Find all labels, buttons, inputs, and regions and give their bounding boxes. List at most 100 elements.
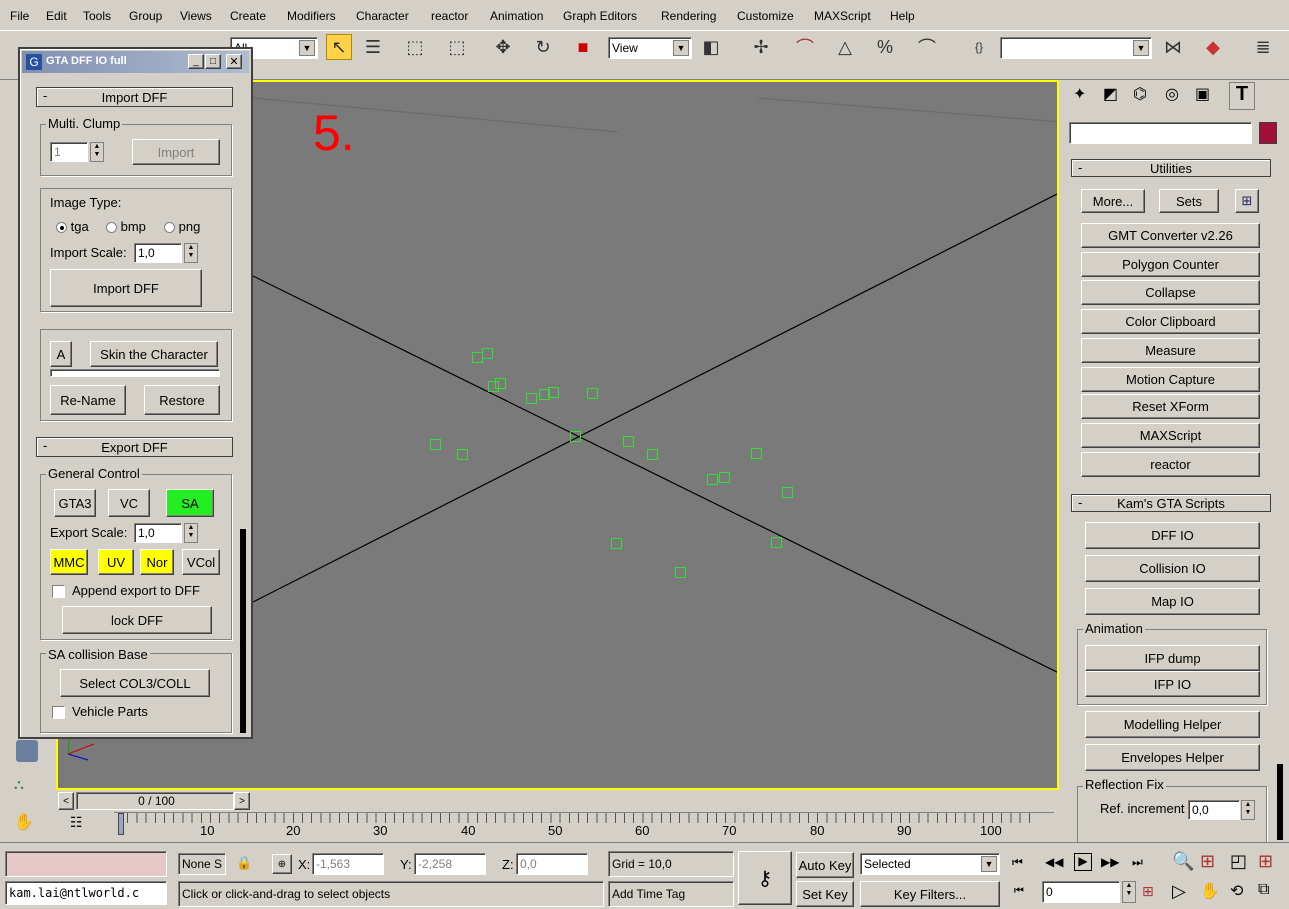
set-key-mode-icon[interactable]: ⚷ bbox=[738, 851, 792, 905]
time-tag-field[interactable]: Add Time Tag bbox=[608, 881, 734, 907]
utility-reset-xform[interactable]: Reset XForm bbox=[1081, 394, 1260, 419]
helper-box[interactable] bbox=[782, 487, 793, 498]
selection-lock-icon[interactable]: 🔒 bbox=[236, 855, 252, 873]
prev-frame-icon[interactable]: ◀◀ bbox=[1045, 855, 1063, 869]
layer-manager-icon[interactable]: ≣ bbox=[1250, 34, 1276, 60]
utility-motion-capture[interactable]: Motion Capture bbox=[1081, 367, 1260, 392]
nor-button[interactable]: Nor bbox=[140, 549, 174, 575]
panel-scrollbar[interactable] bbox=[1277, 764, 1283, 840]
helper-box[interactable] bbox=[495, 378, 506, 389]
ref-increment-spinner[interactable]: ▲ ▼ bbox=[1241, 800, 1255, 820]
play-icon[interactable]: ▶ bbox=[1074, 853, 1092, 871]
panel-tab-utilities-icon[interactable]: T bbox=[1229, 82, 1255, 110]
ifp-dump-button[interactable]: IFP dump bbox=[1085, 645, 1260, 671]
collision-io-button[interactable]: Collision IO bbox=[1085, 555, 1260, 582]
select-manipulate-icon[interactable]: ✢ bbox=[748, 34, 774, 60]
current-frame-marker[interactable] bbox=[118, 813, 124, 835]
panel-tab-display-icon[interactable]: ▣ bbox=[1195, 84, 1221, 110]
z-coord-field[interactable]: 0,0 bbox=[516, 853, 588, 875]
panel-tab-create-icon[interactable]: ✦ bbox=[1073, 84, 1099, 110]
image-type-radio-png[interactable]: png bbox=[164, 219, 200, 234]
import-dff-rollout[interactable]: - Import DFF bbox=[36, 87, 233, 107]
skin-character-button[interactable]: Skin the Character bbox=[90, 341, 218, 367]
reactor-tool-icon[interactable]: ⛬ bbox=[14, 776, 38, 794]
utilities-rollout[interactable]: - Utilities bbox=[1071, 159, 1271, 177]
current-frame-field[interactable]: 0 bbox=[1042, 881, 1120, 903]
align-icon[interactable]: ◆ bbox=[1200, 34, 1226, 60]
helper-box[interactable] bbox=[611, 538, 622, 549]
image-type-radio-tga[interactable]: tga bbox=[56, 219, 89, 234]
track-bar[interactable]: 10 20 30 40 50 60 70 80 90 100 bbox=[114, 812, 1054, 838]
snap-toggle-icon[interactable]: ⌒ bbox=[792, 34, 818, 60]
auto-key-button[interactable]: Auto Key bbox=[796, 852, 854, 878]
angle-snap-icon[interactable]: △ bbox=[832, 34, 858, 60]
x-coord-field[interactable]: -1,563 bbox=[312, 853, 384, 875]
zoom-icon[interactable]: 🔍 bbox=[1172, 851, 1194, 872]
floater-titlebar[interactable]: G GTA DFF IO full _ □ ✕ bbox=[22, 51, 249, 73]
import-scale-field[interactable]: 1,0 bbox=[134, 243, 182, 263]
import-dff-button[interactable]: Import DFF bbox=[50, 269, 202, 307]
scale-icon[interactable]: ■ bbox=[570, 34, 596, 60]
menu-reactor[interactable]: reactor bbox=[431, 9, 468, 23]
rect-selection-icon[interactable]: ⬚ bbox=[402, 34, 428, 60]
field-of-view-icon[interactable]: ▷ bbox=[1172, 881, 1186, 902]
time-slider-next-icon[interactable]: > bbox=[234, 792, 250, 810]
named-selection-dropdown[interactable]: ▼ bbox=[1000, 37, 1152, 59]
menu-animation[interactable]: Animation bbox=[490, 9, 543, 23]
menu-maxscript[interactable]: MAXScript bbox=[814, 9, 871, 23]
arc-rotate-icon[interactable]: ⟲ bbox=[1230, 881, 1243, 901]
reactor-icon[interactable] bbox=[16, 740, 38, 762]
helper-box[interactable] bbox=[548, 387, 559, 398]
reference-coord-dropdown[interactable]: View ▼ bbox=[608, 37, 692, 59]
helper-box[interactable] bbox=[482, 348, 493, 359]
menu-tools[interactable]: Tools bbox=[83, 9, 111, 23]
key-selection-dropdown[interactable]: Selected ▼ bbox=[860, 853, 1000, 875]
utility-polygon-counter[interactable]: Polygon Counter bbox=[1081, 252, 1260, 277]
zoom-extents-all-icon[interactable]: ⊞ bbox=[1258, 851, 1273, 872]
export-scale-spinner[interactable]: ▲ ▼ bbox=[184, 523, 198, 543]
helper-box[interactable] bbox=[707, 474, 718, 485]
mirror-icon[interactable]: ⋈ bbox=[1160, 34, 1186, 60]
maxscript-mini-listener[interactable] bbox=[5, 851, 167, 877]
helper-box[interactable] bbox=[771, 537, 782, 548]
utility-reactor[interactable]: reactor bbox=[1081, 452, 1260, 477]
helper-box[interactable] bbox=[751, 448, 762, 459]
floater-scrollbar[interactable] bbox=[240, 529, 246, 733]
rotate-icon[interactable]: ↻ bbox=[530, 34, 556, 60]
helper-box[interactable] bbox=[526, 393, 537, 404]
panel-name-field[interactable] bbox=[1069, 122, 1252, 144]
time-slider[interactable]: 0 / 100 bbox=[76, 792, 234, 810]
curve-editor-icon[interactable]: ☷ bbox=[70, 814, 92, 834]
envelopes-helper-button[interactable]: Envelopes Helper bbox=[1085, 744, 1260, 771]
export-scale-field[interactable]: 1,0 bbox=[134, 523, 182, 543]
uv-button[interactable]: UV bbox=[98, 549, 134, 575]
menu-modifiers[interactable]: Modifiers bbox=[287, 9, 336, 23]
spinner-snap-icon[interactable]: ⌒ bbox=[914, 34, 940, 60]
import-button[interactable]: Import bbox=[132, 139, 220, 165]
absolute-mode-icon[interactable]: ⊕ bbox=[272, 854, 292, 874]
select-object-icon[interactable]: ↖ bbox=[326, 34, 352, 60]
utility-measure[interactable]: Measure bbox=[1081, 338, 1260, 363]
lock-dff-button[interactable]: lock DFF bbox=[62, 606, 212, 634]
dff-io-button[interactable]: DFF IO bbox=[1085, 522, 1260, 549]
zoom-all-icon[interactable]: ⊞ bbox=[1200, 851, 1215, 872]
image-type-radio-bmp[interactable]: bmp bbox=[106, 219, 146, 234]
modelling-helper-button[interactable]: Modelling Helper bbox=[1085, 711, 1260, 738]
sets-button[interactable]: Sets bbox=[1159, 189, 1219, 213]
move-icon[interactable]: ✥ bbox=[490, 34, 516, 60]
pivot-center-icon[interactable]: ◧ bbox=[698, 34, 724, 60]
panel-tab-modify-icon[interactable]: ◩ bbox=[1103, 84, 1129, 110]
panel-tab-motion-icon[interactable]: ◎ bbox=[1165, 84, 1191, 110]
minimize-icon[interactable]: _ bbox=[188, 54, 204, 69]
maximize-icon[interactable]: □ bbox=[205, 54, 221, 69]
utility-color-clipboard[interactable]: Color Clipboard bbox=[1081, 309, 1260, 334]
menu-file[interactable]: File bbox=[10, 9, 29, 23]
rename-button[interactable]: Re-Name bbox=[50, 385, 126, 415]
menu-customize[interactable]: Customize bbox=[737, 9, 794, 23]
helper-box[interactable] bbox=[587, 388, 598, 399]
helper-box[interactable] bbox=[430, 439, 441, 450]
menu-edit[interactable]: Edit bbox=[46, 9, 67, 23]
helper-box[interactable] bbox=[647, 449, 658, 460]
key-mode-icon[interactable]: ⏮ bbox=[1014, 885, 1024, 898]
goto-start-icon[interactable]: ⏮ bbox=[1012, 855, 1023, 870]
